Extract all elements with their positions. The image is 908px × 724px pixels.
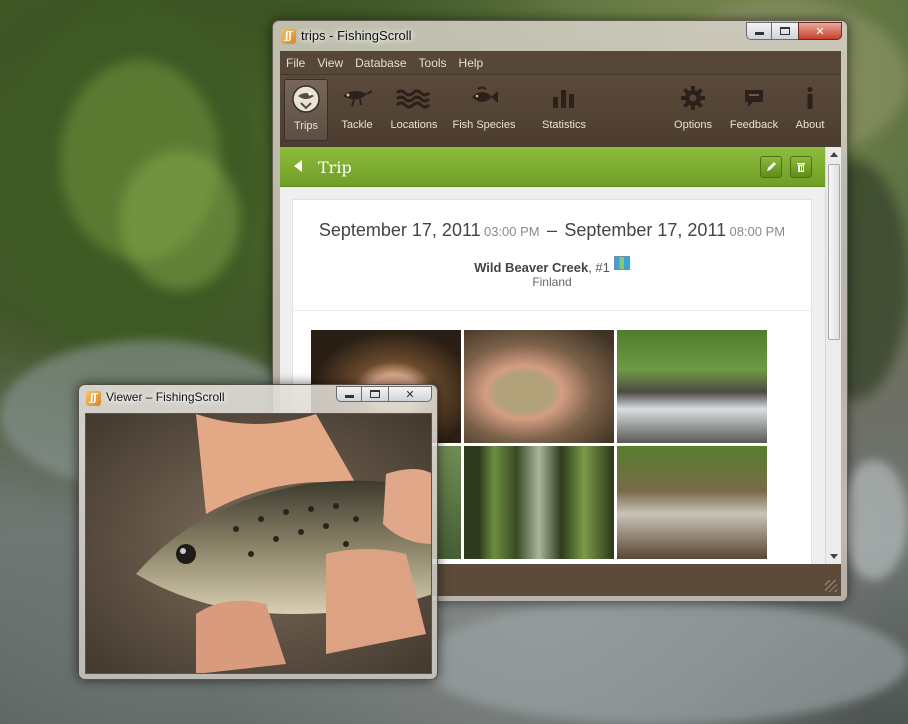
toolbar-label: Trips: [293, 120, 319, 132]
toolbar-label: Statistics: [541, 119, 586, 131]
toolbar-label: Feedback: [729, 119, 779, 131]
maximize-button[interactable]: [772, 22, 798, 40]
toolbar-fish-species[interactable]: Fish Species: [450, 79, 518, 141]
edit-button[interactable]: [760, 156, 782, 178]
viewer-maximize-button[interactable]: [362, 386, 388, 402]
scroll-thumb[interactable]: [828, 164, 840, 340]
pencil-icon: [767, 162, 776, 171]
panel-header: Trip: [280, 147, 825, 187]
start-time: 03:00 PM: [483, 224, 540, 239]
toolbar-about[interactable]: About: [790, 79, 830, 141]
gear-icon: [680, 79, 706, 117]
location-name[interactable]: Wild Beaver Creek: [474, 260, 588, 275]
viewer-caption-buttons: ✕: [336, 386, 432, 402]
toolbar-locations[interactable]: Locations: [388, 79, 440, 141]
close-icon: ✕: [815, 24, 825, 38]
end-time: 08:00 PM: [729, 224, 786, 239]
close-icon: ✕: [405, 387, 415, 401]
close-button[interactable]: ✕: [798, 22, 842, 40]
menu-database[interactable]: Database: [355, 56, 406, 70]
toolbar: Trips Tackle Locations Fish Species Stat…: [280, 75, 841, 147]
viewer-close-button[interactable]: ✕: [388, 386, 432, 402]
fish-photo: [86, 414, 431, 673]
delete-button[interactable]: [790, 156, 812, 178]
menu-tools[interactable]: Tools: [419, 56, 447, 70]
viewer-image[interactable]: [85, 413, 432, 674]
trash-icon: [797, 163, 805, 172]
toolbar-tackle[interactable]: Tackle: [334, 79, 380, 141]
location-suffix: , #1: [588, 260, 610, 275]
trip-location: Wild Beaver Creek, #1: [293, 256, 811, 275]
toolbar-label: Tackle: [341, 119, 373, 131]
photo-thumbnail[interactable]: [617, 446, 767, 559]
app-logo-icon: ʃʃ: [281, 29, 296, 44]
maximize-icon: [780, 27, 790, 35]
back-arrow-icon[interactable]: [294, 160, 302, 172]
toolbar-options[interactable]: Options: [670, 79, 716, 141]
menu-bar: File View Database Tools Help: [280, 51, 841, 75]
toolbar-trips[interactable]: Trips: [284, 79, 328, 141]
toolbar-label: Options: [674, 119, 712, 131]
app-logo-icon: ʃʃ: [86, 391, 101, 406]
viewer-title-bar[interactable]: ʃʃ Viewer – FishingScroll ✕: [79, 385, 437, 415]
menu-file[interactable]: File: [286, 56, 305, 70]
divider: [293, 310, 811, 311]
scroll-down-icon[interactable]: [830, 554, 838, 559]
info-icon: [803, 79, 817, 117]
toolbar-feedback[interactable]: Feedback: [728, 79, 780, 141]
viewer-window: ʃʃ Viewer – FishingScroll ✕: [78, 384, 438, 680]
photo-thumbnail[interactable]: [464, 330, 614, 443]
map-icon[interactable]: [613, 256, 630, 270]
viewer-title: Viewer – FishingScroll: [106, 390, 225, 404]
resize-grip-icon[interactable]: [825, 580, 837, 592]
end-date: September 17, 2011: [564, 220, 727, 240]
speech-bubble-icon: [742, 79, 766, 117]
bar-chart-icon: [551, 79, 577, 117]
photo-thumbnail[interactable]: [617, 330, 767, 443]
photo-thumbnail[interactable]: [464, 446, 614, 559]
menu-help[interactable]: Help: [459, 56, 484, 70]
toolbar-label: About: [795, 119, 825, 131]
viewer-minimize-button[interactable]: [336, 386, 362, 402]
trip-dates: September 17, 2011 03:00 PM – September …: [293, 220, 811, 241]
date-separator: –: [546, 220, 557, 240]
window-title: trips - FishingScroll: [301, 28, 412, 43]
lure-icon: [340, 79, 374, 117]
minimize-button[interactable]: [746, 22, 772, 40]
scroll-up-icon[interactable]: [830, 152, 838, 157]
caption-buttons: ✕: [746, 22, 842, 40]
toolbar-label: Locations: [390, 119, 438, 131]
fish-icon: [468, 79, 500, 117]
toolbar-statistics[interactable]: Statistics: [536, 79, 592, 141]
vertical-scrollbar[interactable]: [825, 147, 841, 564]
menu-view[interactable]: View: [317, 56, 343, 70]
maximize-icon: [370, 390, 380, 398]
toolbar-label: Fish Species: [452, 119, 516, 131]
panel-title: Trip: [318, 158, 352, 177]
start-date: September 17, 2011: [318, 220, 481, 240]
trip-country: Finland: [532, 275, 572, 289]
minimize-icon: [754, 32, 764, 35]
minimize-icon: [344, 395, 354, 398]
waves-icon: [396, 79, 432, 117]
title-bar[interactable]: ʃʃ trips - FishingScroll ✕: [273, 21, 847, 51]
trips-icon: [289, 80, 323, 118]
